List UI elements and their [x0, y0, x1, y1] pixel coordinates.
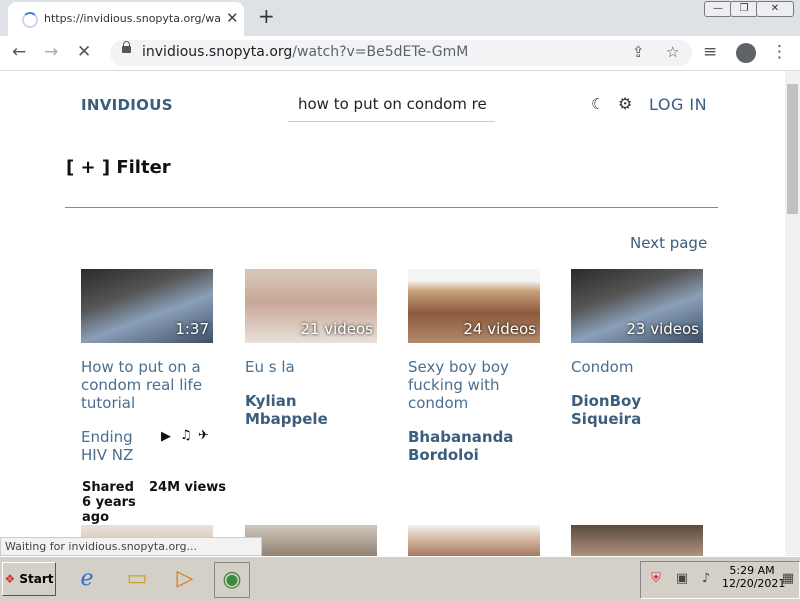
login-link[interactable]: LOG IN [649, 95, 707, 114]
playlist-thumbnail[interactable]: 21 videos [245, 269, 377, 343]
audio-headphones-icon[interactable]: ♫ [180, 428, 192, 443]
folder-icon[interactable]: ▭ [120, 562, 154, 596]
shared-date: Shared 6 years ago [82, 480, 136, 525]
minimize-button[interactable]: — [704, 1, 732, 17]
search-value: how to put on condom re [298, 95, 487, 113]
playlist-author[interactable]: Kylian Mbappele [245, 392, 377, 428]
bookmark-star-icon[interactable]: ☆ [666, 43, 679, 61]
clock-time: 5:29 AM [729, 564, 775, 577]
restore-button[interactable]: ❐ [730, 1, 758, 17]
playlist-title[interactable]: Condom [571, 358, 703, 376]
network-icon[interactable]: ▣ [672, 562, 692, 596]
scrollbar-thumb[interactable] [787, 84, 798, 214]
playlist-thumbnail[interactable]: 24 videos [408, 269, 540, 343]
browser-tab[interactable]: https://invidious.snopyta.org/watch ✕ [8, 2, 244, 36]
back-icon[interactable]: ← [12, 42, 26, 62]
menu-icon[interactable]: ⋮ [771, 42, 788, 62]
playlist-title[interactable]: Eu s la [245, 358, 377, 376]
settings-gear-icon[interactable]: ⚙ [618, 94, 632, 113]
new-tab-button[interactable]: + [258, 4, 275, 28]
playlist-count: 21 videos [300, 320, 373, 338]
video-duration: 1:37 [175, 320, 209, 338]
share-icon[interactable]: ⇪ [632, 43, 645, 61]
site-logo[interactable]: INVIDIOUS [81, 96, 173, 114]
video-title[interactable]: How to put on a condom real life tutoria… [81, 358, 213, 412]
tab-strip: https://invidious.snopyta.org/watch ✕ + … [0, 0, 800, 36]
status-bubble: Waiting for invidious.snopyta.org... [0, 537, 262, 556]
url-host: invidious.snopyta.org [142, 44, 293, 60]
page-content: INVIDIOUS how to put on condom re ☾ ⚙ LO… [0, 71, 785, 556]
address-bar[interactable]: invidious.snopyta.org/watch?v=Be5dETe-Gm… [110, 40, 692, 66]
channel-name[interactable]: Ending HIV NZ [81, 428, 153, 464]
volume-icon[interactable]: ♪ [696, 562, 716, 596]
loading-spinner-icon [22, 12, 38, 28]
start-button[interactable]: ❖ Start [2, 562, 56, 596]
show-desktop-icon[interactable]: ▦ [778, 562, 798, 596]
security-alert-icon[interactable]: ⛨ [646, 562, 666, 596]
video-thumbnail[interactable] [571, 525, 703, 556]
playlist-title[interactable]: Sexy boy boy fucking with condom [408, 358, 528, 412]
playlist-thumbnail[interactable]: 23 videos [571, 269, 703, 343]
media-player-icon[interactable]: ▷ [168, 562, 202, 596]
tab-close-icon[interactable]: ✕ [226, 9, 239, 27]
youtube-icon[interactable]: ▶ [161, 429, 171, 444]
video-thumbnail[interactable] [408, 525, 540, 556]
close-window-button[interactable]: ✕ [756, 1, 794, 17]
divider [65, 207, 718, 208]
clock-date: 12/20/2021 [722, 577, 786, 590]
internet-explorer-icon[interactable]: ℯ [70, 562, 104, 596]
view-count: 24M views [149, 480, 227, 495]
search-input[interactable]: how to put on condom re [288, 91, 495, 122]
dark-mode-icon[interactable]: ☾ [591, 95, 604, 113]
chrome-icon[interactable]: ◉ [214, 562, 250, 598]
stop-loading-icon[interactable]: ✕ [77, 42, 91, 62]
filter-toggle[interactable]: [ + ] Filter [66, 157, 171, 178]
playlist-count: 23 videos [626, 320, 699, 338]
profile-avatar[interactable] [736, 43, 756, 63]
playlist-author[interactable]: DionBoy Siqueira [571, 392, 671, 428]
tab-title: https://invidious.snopyta.org/watch [44, 12, 220, 25]
video-thumbnail[interactable] [245, 525, 377, 556]
video-thumbnail[interactable]: 1:37 [81, 269, 213, 343]
playlist-count: 24 videos [463, 320, 536, 338]
playlist-author[interactable]: Bhabananda Bordoloi [408, 428, 540, 464]
lock-icon[interactable] [122, 41, 131, 53]
download-plane-icon[interactable]: ✈ [198, 428, 209, 443]
reading-list-icon[interactable]: ≡ [703, 42, 717, 62]
next-page-link[interactable]: Next page [630, 234, 707, 252]
url-path: /watch?v=Be5dETe-GmM [292, 44, 469, 60]
forward-icon[interactable]: → [44, 42, 58, 62]
clock[interactable]: 5:29 AM 12/20/2021 [722, 564, 786, 590]
start-label: Start [19, 572, 54, 586]
